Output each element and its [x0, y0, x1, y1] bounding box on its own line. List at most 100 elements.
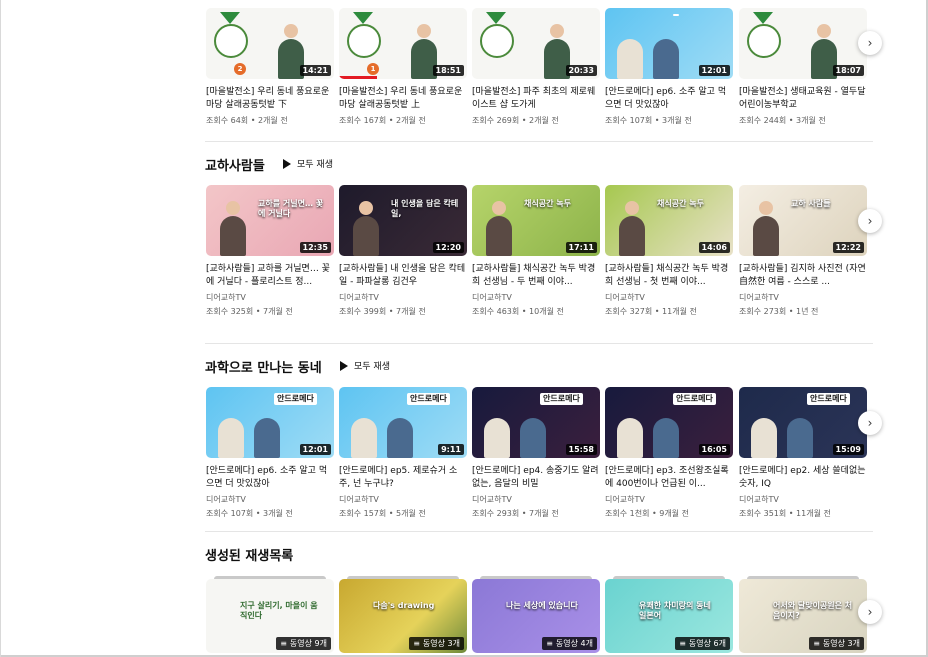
- video-title[interactable]: [교하사람들] 내 인생을 담은 칵테일 - 파파살롱 김건우: [339, 263, 467, 289]
- video-thumbnail[interactable]: 2 14:21: [206, 8, 334, 79]
- video-thumbnail[interactable]: 18:07: [739, 8, 867, 79]
- video-thumbnail[interactable]: 12:01: [605, 8, 733, 79]
- person-figure: [353, 216, 379, 256]
- duration-badge: 20:33: [565, 65, 597, 76]
- thumb-caption: 안드로메다: [673, 393, 716, 405]
- section-title-gyoha[interactable]: 교하사람들: [205, 155, 265, 174]
- video-thumbnail[interactable]: 교하를 거닐면… 꽃에 거닐다 12:35: [206, 185, 334, 256]
- playlist-thumbnail[interactable]: 어서와 달맞이공원은 처음이지? ≡ 동영상 3개: [739, 579, 867, 653]
- playlist-card[interactable]: 어서와 달맞이공원은 처음이지? ≡ 동영상 3개: [739, 576, 867, 653]
- channel-name[interactable]: 디어교하TV: [739, 494, 867, 505]
- video-title[interactable]: [교하사람들] 채식공간 녹두 박경희 선생님 - 첫 번째 이야...: [605, 263, 733, 289]
- playlist-count: 동영상 6개: [688, 639, 726, 648]
- video-meta: 조회수 399회 • 7개월 전: [339, 307, 426, 316]
- video-card[interactable]: 교하를 거닐면… 꽃에 거닐다 12:35 [교하사람들] 교하를 거닐면… 꽃에 …: [206, 185, 334, 317]
- chevron-right-icon: ›: [867, 416, 873, 430]
- person-figure: [220, 216, 246, 256]
- video-thumbnail[interactable]: 내 인생을 담은 칵테일, 12:20: [339, 185, 467, 256]
- thumb-caption: 채식공간 녹두: [657, 199, 704, 208]
- video-thumbnail[interactable]: 1 18:51: [339, 8, 467, 79]
- video-title[interactable]: [교하사람들] 김지하 사진전 (자연自然한 여름 - 스스로 ...: [739, 263, 867, 289]
- video-thumbnail[interactable]: 채식공간 녹두 17:11: [472, 185, 600, 256]
- duration-badge: 15:09: [832, 444, 864, 455]
- thumb-caption: 안드로메다: [540, 393, 583, 405]
- chevron-right-icon: ›: [867, 214, 873, 228]
- video-title[interactable]: [안드로메다] ep3. 조선왕조실록에 400번이나 언급된 이...: [605, 465, 733, 491]
- video-card[interactable]: 안드로메다 9:11 [안드로메다] ep5. 제로슈거 소주, 넌 누구냐? 디어교…: [339, 387, 467, 519]
- channel-name[interactable]: 디어교하TV: [339, 494, 467, 505]
- channel-name[interactable]: 디어교하TV: [739, 292, 867, 303]
- video-card[interactable]: 교하 사람들 12:22 [교하사람들] 김지하 사진전 (자연自然한 여름 - 스…: [739, 185, 867, 317]
- person-figure: [751, 418, 777, 458]
- video-thumbnail[interactable]: 채식공간 녹두 14:06: [605, 185, 733, 256]
- playlist-card[interactable]: 지구 살리기, 마을이 움직인다 ≡ 동영상 9개: [206, 576, 334, 653]
- playlist-thumbnail[interactable]: 다솜's drawing ≡ 동영상 3개: [339, 579, 467, 653]
- video-title[interactable]: [안드로메다] ep2. 세상 쓸데없는 숫자, IQ: [739, 465, 867, 491]
- section-title-science[interactable]: 과학으로 만나는 동네: [205, 357, 322, 376]
- channel-name[interactable]: 디어교하TV: [605, 292, 733, 303]
- video-card[interactable]: 1 18:51 [마을발전소] 우리 동네 풍요로운 마당 살래공동텃밭 上 조회수 …: [339, 8, 467, 126]
- channel-name[interactable]: 디어교하TV: [206, 292, 334, 303]
- video-thumbnail[interactable]: 20:33: [472, 8, 600, 79]
- play-all-button[interactable]: 모두 재생: [283, 157, 333, 170]
- playlist-thumbnail[interactable]: 나는 세상에 있습니다 ≡ 동영상 4개: [472, 579, 600, 653]
- channel-name[interactable]: 디어교하TV: [605, 494, 733, 505]
- video-title[interactable]: [안드로메다] ep6. 소주 알고 먹으면 더 맛있잖아: [206, 465, 334, 491]
- video-card[interactable]: 18:07 [마을발전소] 생태교육원 - 열두달어린이농부학교조회수 244회 …: [739, 8, 867, 126]
- video-card[interactable]: 안드로메다 16:05 [안드로메다] ep3. 조선왕조실록에 400번이나 언급…: [605, 387, 733, 519]
- playlist-thumbnail[interactable]: 유쾌한 차미랑의 동네 일본어 ≡ 동영상 6개: [605, 579, 733, 653]
- video-thumbnail[interactable]: 안드로메다 16:05: [605, 387, 733, 458]
- playlist-card[interactable]: 다솜's drawing ≡ 동영상 3개: [339, 576, 467, 653]
- video-title[interactable]: [마을발전소] 우리 동네 풍요로운 마당 살래공동텃밭 下: [206, 86, 334, 112]
- duration-badge: 18:07: [832, 65, 864, 76]
- video-thumbnail[interactable]: 안드로메다 9:11: [339, 387, 467, 458]
- video-card[interactable]: 채식공간 녹두 14:06 [교하사람들] 채식공간 녹두 박경희 선생님 - 첫 …: [605, 185, 733, 317]
- video-card[interactable]: 2 14:21 [마을발전소] 우리 동네 풍요로운 마당 살래공동텃밭 下 조회수 …: [206, 8, 334, 126]
- video-thumbnail[interactable]: 교하 사람들 12:22: [739, 185, 867, 256]
- next-arrow-button[interactable]: ›: [858, 411, 882, 435]
- video-card[interactable]: 안드로메다 15:09 [안드로메다] ep2. 세상 쓸데없는 숫자, IQ 디어교…: [739, 387, 867, 519]
- channel-name[interactable]: 디어교하TV: [472, 292, 600, 303]
- channel-name[interactable]: 디어교하TV: [472, 494, 600, 505]
- video-card[interactable]: 채식공간 녹두 17:11 [교하사람들] 채식공간 녹두 박경희 선생님 - 두 …: [472, 185, 600, 317]
- video-title[interactable]: [교하사람들] 교하를 거닐면… 꽃에 거닐다 - 플로리스트 정...: [206, 263, 334, 289]
- thumb-caption: 안드로메다: [807, 393, 850, 405]
- channel-name[interactable]: 디어교하TV: [206, 494, 334, 505]
- video-meta: 조회수 327회 • 11개월 전: [605, 307, 697, 316]
- channel-name[interactable]: 디어교하TV: [339, 292, 467, 303]
- person-figure: [486, 216, 512, 256]
- video-title[interactable]: [안드로메다] ep6. 소주 알고 먹으면 더 맛있잖아: [605, 86, 733, 112]
- playlist-count: 동영상 3개: [822, 639, 860, 648]
- playlist-count: 동영상 9개: [289, 639, 327, 648]
- video-thumbnail[interactable]: 안드로메다 15:58: [472, 387, 600, 458]
- video-card[interactable]: 내 인생을 담은 칵테일, 12:20 [교하사람들] 내 인생을 담은 칵테일 -…: [339, 185, 467, 317]
- video-title[interactable]: [교하사람들] 채식공간 녹두 박경희 선생님 - 두 번째 이야...: [472, 263, 600, 289]
- duration-badge: 12:22: [832, 242, 864, 253]
- flag-icon: [486, 12, 506, 24]
- play-all-label: 모두 재생: [297, 160, 333, 170]
- video-meta: 조회수 269회 • 2개월 전: [472, 116, 559, 125]
- video-card[interactable]: 20:33 [마을발전소] 파주 최초의 제로웨이스트 샵 도가게조회수 269회…: [472, 8, 600, 126]
- video-meta: 조회수 157회 • 5개월 전: [339, 509, 426, 518]
- duration-badge: 12:01: [698, 65, 730, 76]
- playlist-thumbnail[interactable]: 지구 살리기, 마을이 움직인다 ≡ 동영상 9개: [206, 579, 334, 653]
- video-title[interactable]: [마을발전소] 우리 동네 풍요로운 마당 살래공동텃밭 上: [339, 86, 467, 112]
- playlist-count: 동영상 4개: [555, 639, 593, 648]
- video-thumbnail[interactable]: 안드로메다 15:09: [739, 387, 867, 458]
- video-card[interactable]: 안드로메다 15:58 [안드로메다] ep4. 송중기도 알려 없는, 음달의 비…: [472, 387, 600, 519]
- video-title[interactable]: [안드로메다] ep4. 송중기도 알려 없는, 음달의 비밀: [472, 465, 600, 491]
- next-arrow-button[interactable]: ›: [858, 600, 882, 624]
- play-all-button[interactable]: 모두 재생: [340, 359, 390, 372]
- next-arrow-button[interactable]: ›: [858, 31, 882, 55]
- playlist-card[interactable]: 유쾌한 차미랑의 동네 일본어 ≡ 동영상 6개: [605, 576, 733, 653]
- video-card[interactable]: 안드로메다 12:01 [안드로메다] ep6. 소주 알고 먹으면 더 맛있잖아디…: [206, 387, 334, 519]
- next-arrow-button[interactable]: ›: [858, 209, 882, 233]
- video-thumbnail[interactable]: 안드로메다 12:01: [206, 387, 334, 458]
- video-title[interactable]: [안드로메다] ep5. 제로슈거 소주, 넌 누구냐?: [339, 465, 467, 491]
- video-meta: 조회수 244회 • 3개월 전: [739, 116, 826, 125]
- video-title[interactable]: [마을발전소] 파주 최초의 제로웨이스트 샵 도가게: [472, 86, 600, 112]
- person-figure: [787, 418, 813, 458]
- video-card[interactable]: 12:01 [안드로메다] ep6. 소주 알고 먹으면 더 맛있잖아 조회수 10…: [605, 8, 733, 126]
- playlist-card[interactable]: 나는 세상에 있습니다 ≡ 동영상 4개: [472, 576, 600, 653]
- video-title[interactable]: [마을발전소] 생태교육원 - 열두달어린이농부학교: [739, 86, 867, 112]
